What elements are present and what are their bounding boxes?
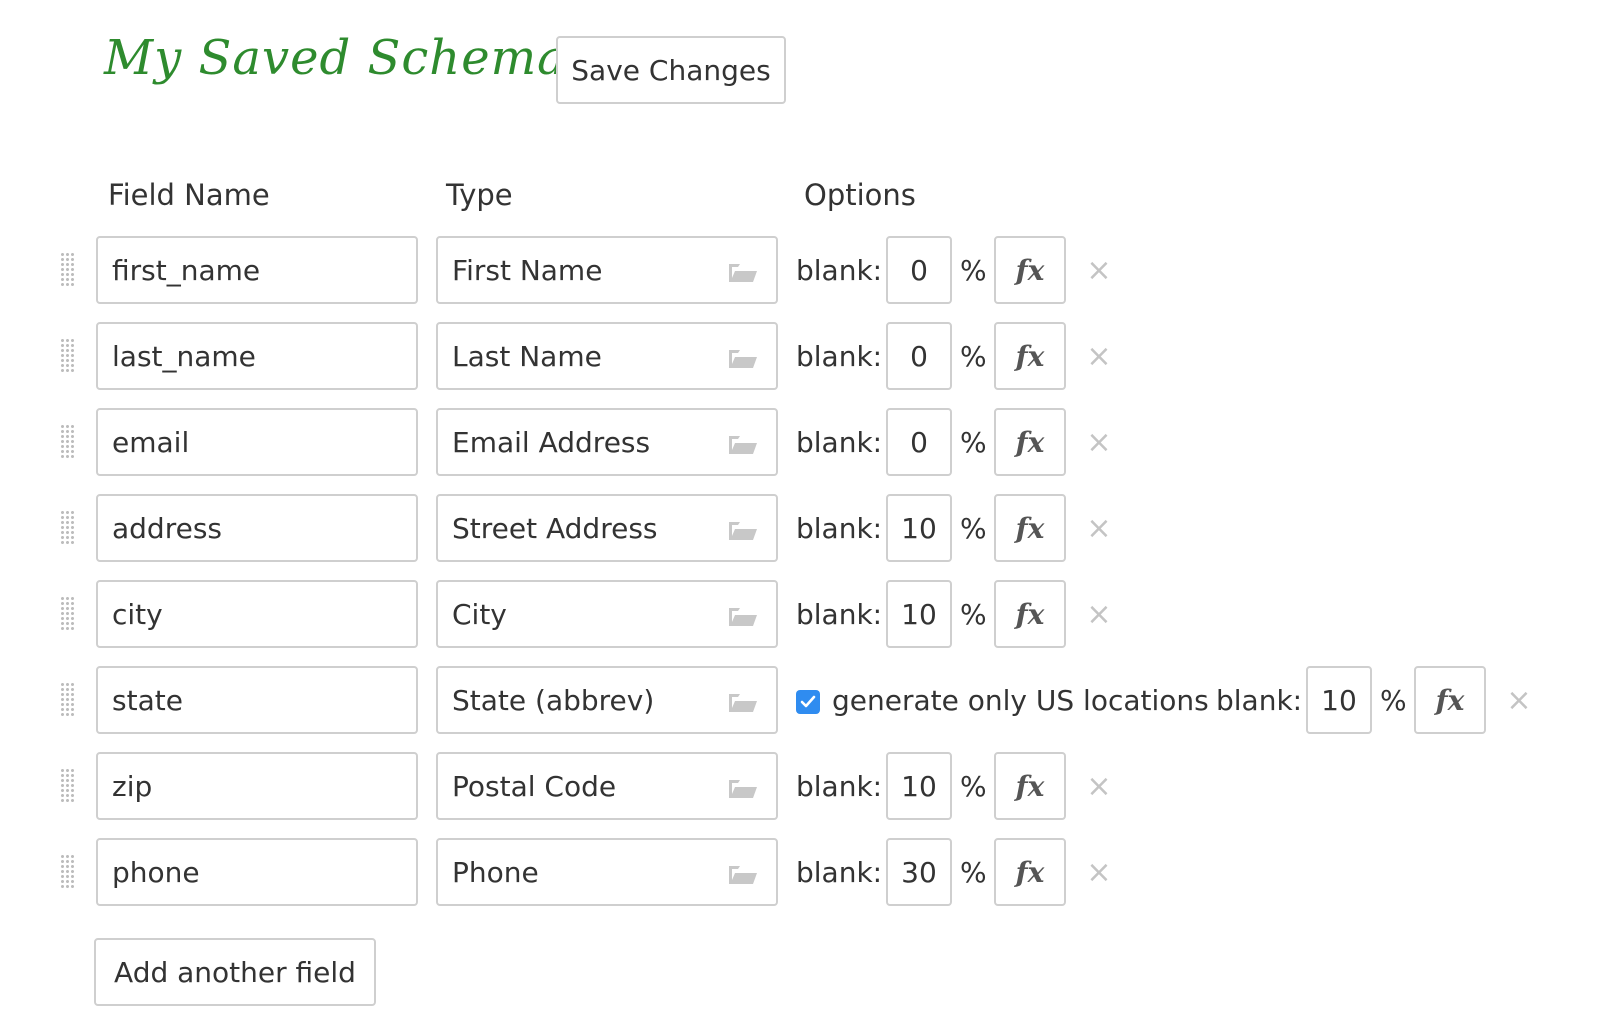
field-name-input[interactable]: address — [96, 494, 418, 562]
type-selector[interactable]: First Name — [436, 236, 778, 304]
formula-button[interactable]: fx — [994, 408, 1066, 476]
percent-label: % — [960, 511, 987, 545]
folder-icon[interactable] — [728, 521, 758, 541]
save-changes-button[interactable]: Save Changes — [556, 36, 786, 104]
page-title: My Saved Schema — [104, 30, 567, 86]
blank-percent-input[interactable]: 10 — [886, 752, 952, 820]
us-locations-label: generate only US locations — [832, 683, 1209, 717]
percent-label: % — [1380, 683, 1407, 717]
blank-percent-input[interactable]: 10 — [1306, 666, 1372, 734]
folder-icon[interactable] — [728, 779, 758, 799]
folder-icon[interactable] — [728, 435, 758, 455]
blank-label: blank: — [796, 597, 883, 631]
drag-handle-icon[interactable] — [60, 338, 76, 374]
blank-percent-input[interactable]: 0 — [886, 322, 952, 390]
blank-label: blank: — [796, 769, 883, 803]
blank-percent-input[interactable]: 30 — [886, 838, 952, 906]
drag-handle-icon[interactable] — [60, 596, 76, 632]
blank-label: blank: — [796, 511, 883, 545]
formula-button[interactable]: fx — [994, 494, 1066, 562]
schema-row: city City blank: 10 % fx × — [0, 580, 1612, 648]
schema-row: email Email Address blank: 0 % fx × — [0, 408, 1612, 476]
remove-icon[interactable]: × — [1084, 494, 1114, 562]
formula-button[interactable]: fx — [994, 580, 1066, 648]
type-selector[interactable]: Last Name — [436, 322, 778, 390]
field-name-input[interactable]: last_name — [96, 322, 418, 390]
formula-button[interactable]: fx — [994, 322, 1066, 390]
header-type: Type — [446, 178, 513, 212]
folder-icon[interactable] — [728, 263, 758, 283]
type-value: City — [452, 597, 507, 631]
type-selector[interactable]: Postal Code — [436, 752, 778, 820]
remove-icon[interactable]: × — [1084, 838, 1114, 906]
schema-row: state State (abbrev) generate only US lo… — [0, 666, 1612, 734]
percent-label: % — [960, 597, 987, 631]
type-value: Phone — [452, 855, 539, 889]
remove-icon[interactable]: × — [1504, 666, 1534, 734]
us-locations-checkbox[interactable] — [796, 690, 820, 714]
type-selector[interactable]: Phone — [436, 838, 778, 906]
folder-icon[interactable] — [728, 607, 758, 627]
formula-button[interactable]: fx — [994, 236, 1066, 304]
remove-icon[interactable]: × — [1084, 236, 1114, 304]
type-value: State (abbrev) — [452, 683, 655, 717]
blank-percent-input[interactable]: 10 — [886, 580, 952, 648]
percent-label: % — [960, 253, 987, 287]
schema-row: phone Phone blank: 30 % fx × — [0, 838, 1612, 906]
type-selector[interactable]: Street Address — [436, 494, 778, 562]
remove-icon[interactable]: × — [1084, 322, 1114, 390]
formula-button[interactable]: fx — [1414, 666, 1486, 734]
header-field-name: Field Name — [108, 178, 270, 212]
remove-icon[interactable]: × — [1084, 580, 1114, 648]
folder-icon[interactable] — [728, 865, 758, 885]
remove-icon[interactable]: × — [1084, 408, 1114, 476]
field-name-input[interactable]: phone — [96, 838, 418, 906]
schema-row: address Street Address blank: 10 % fx × — [0, 494, 1612, 562]
field-name-input[interactable]: email — [96, 408, 418, 476]
header-options: Options — [804, 178, 916, 212]
blank-percent-input[interactable]: 10 — [886, 494, 952, 562]
percent-label: % — [960, 339, 987, 373]
type-selector[interactable]: Email Address — [436, 408, 778, 476]
drag-handle-icon[interactable] — [60, 768, 76, 804]
type-selector[interactable]: State (abbrev) — [436, 666, 778, 734]
blank-label: blank: — [796, 855, 883, 889]
percent-label: % — [960, 855, 987, 889]
folder-icon[interactable] — [728, 349, 758, 369]
checkmark-icon — [800, 695, 816, 708]
field-name-input[interactable]: state — [96, 666, 418, 734]
add-field-button[interactable]: Add another field — [94, 938, 376, 1006]
field-name-input[interactable]: first_name — [96, 236, 418, 304]
schema-row: zip Postal Code blank: 10 % fx × — [0, 752, 1612, 820]
type-value: Postal Code — [452, 769, 617, 803]
field-name-input[interactable]: city — [96, 580, 418, 648]
drag-handle-icon[interactable] — [60, 510, 76, 546]
blank-label: blank: — [796, 425, 883, 459]
schema-row: last_name Last Name blank: 0 % fx × — [0, 322, 1612, 390]
blank-label: blank: — [796, 339, 883, 373]
blank-percent-input[interactable]: 0 — [886, 408, 952, 476]
formula-button[interactable]: fx — [994, 838, 1066, 906]
blank-label: blank: — [1216, 683, 1303, 717]
type-selector[interactable]: City — [436, 580, 778, 648]
remove-icon[interactable]: × — [1084, 752, 1114, 820]
blank-label: blank: — [796, 253, 883, 287]
type-value: Street Address — [452, 511, 658, 545]
drag-handle-icon[interactable] — [60, 424, 76, 460]
percent-label: % — [960, 769, 987, 803]
folder-icon[interactable] — [728, 693, 758, 713]
schema-row: first_name First Name blank: 0 % fx × — [0, 236, 1612, 304]
percent-label: % — [960, 425, 987, 459]
formula-button[interactable]: fx — [994, 752, 1066, 820]
drag-handle-icon[interactable] — [60, 854, 76, 890]
field-name-input[interactable]: zip — [96, 752, 418, 820]
type-value: First Name — [452, 253, 603, 287]
type-value: Last Name — [452, 339, 602, 373]
type-value: Email Address — [452, 425, 651, 459]
drag-handle-icon[interactable] — [60, 252, 76, 288]
blank-percent-input[interactable]: 0 — [886, 236, 952, 304]
drag-handle-icon[interactable] — [60, 682, 76, 718]
